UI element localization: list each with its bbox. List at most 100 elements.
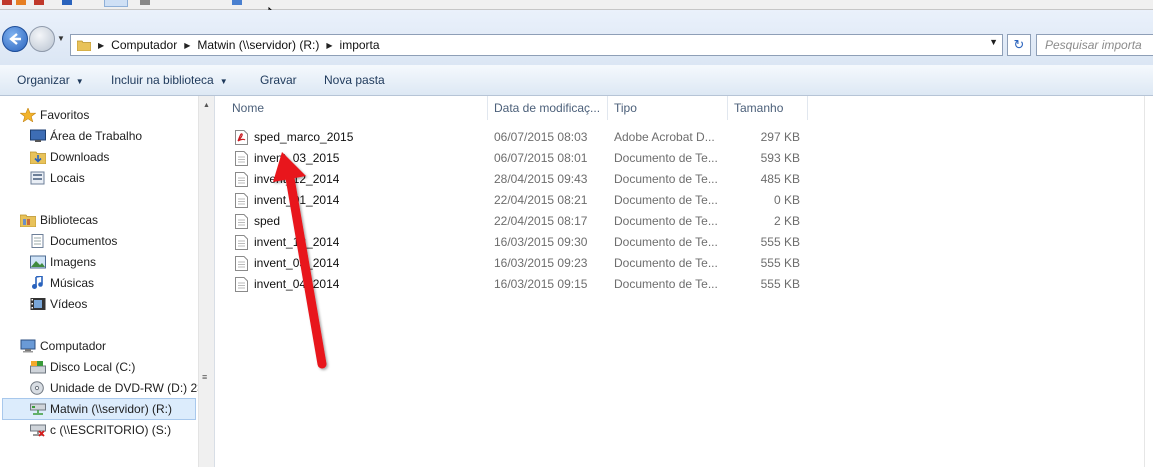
recent-pages-dropdown[interactable]: ▼ — [57, 34, 65, 43]
file-name: invent_01_2014 — [254, 193, 340, 207]
file-name: invent_12_2014 — [254, 235, 340, 249]
column-header-type[interactable]: Tipo — [608, 96, 728, 120]
file-size: 0 KB — [773, 193, 800, 207]
column-header-name[interactable]: Nome — [226, 96, 488, 120]
file-date: 28/04/2015 09:43 — [494, 172, 588, 186]
text-file-icon — [235, 214, 248, 229]
window-right-edge — [1144, 96, 1145, 467]
file-row[interactable]: invent_03_2014 16/03/2015 09:23 Document… — [225, 253, 815, 274]
file-name: invent_12_2014 — [254, 172, 340, 186]
nav-favorites-label: Favoritos — [40, 108, 90, 122]
file-row[interactable]: invent_04_2014 16/03/2015 09:15 Document… — [225, 274, 815, 295]
chevron-down-icon: ▼ — [219, 77, 228, 86]
app-icon[interactable] — [140, 0, 150, 5]
file-date: 22/04/2015 08:17 — [494, 214, 588, 228]
top-toolbar-strip — [0, 0, 1153, 10]
nav-item-label: c (\\ESCRITORIO) (S:) — [50, 423, 172, 437]
file-type: Documento de Te... — [614, 214, 718, 228]
organize-button[interactable]: Organizar ▼ — [17, 65, 84, 97]
dvd-drive-icon — [30, 381, 44, 395]
organize-label: Organizar — [17, 73, 70, 87]
refresh-button[interactable]: ↻ — [1007, 34, 1031, 56]
file-row[interactable]: invent_12_2014 16/03/2015 09:30 Document… — [225, 232, 815, 253]
column-header-size-label: Tamanho — [734, 101, 784, 115]
breadcrumb-computer[interactable]: Computador — [107, 35, 181, 55]
burn-label: Gravar — [260, 73, 297, 87]
text-file-icon — [235, 256, 248, 271]
forward-button[interactable] — [29, 26, 55, 52]
file-name: invent_03_2014 — [254, 256, 340, 270]
recent-places-icon — [30, 171, 45, 185]
breadcrumb-importa[interactable]: importa — [336, 35, 384, 55]
new-folder-button[interactable]: Nova pasta — [324, 65, 385, 95]
videos-icon — [30, 298, 46, 310]
app-icon[interactable] — [34, 0, 44, 5]
downloads-folder-icon — [30, 151, 46, 164]
disconnected-network-drive-icon — [30, 424, 46, 437]
star-icon — [20, 108, 36, 122]
text-file-icon — [235, 172, 248, 187]
nav-item-label: Vídeos — [50, 297, 88, 311]
app-icon[interactable] — [16, 0, 26, 5]
file-type: Documento de Te... — [614, 235, 718, 249]
file-size: 2 KB — [773, 214, 800, 228]
file-name: invent_03_2015 — [254, 151, 340, 165]
column-header-date[interactable]: Data de modificaç... — [488, 96, 608, 120]
text-file-icon — [235, 277, 248, 292]
file-row[interactable]: sped 22/04/2015 08:17 Documento de Te...… — [225, 211, 815, 232]
nav-pane-scrollbar[interactable]: ▲ ≡ — [198, 96, 214, 467]
file-date: 16/03/2015 09:15 — [494, 277, 588, 291]
file-date: 16/03/2015 09:30 — [494, 235, 588, 249]
file-size: 485 KB — [760, 172, 800, 186]
address-box[interactable]: ▶ Computador ▶ Matwin (\\servidor) (R:) … — [70, 34, 1003, 56]
app-icon[interactable] — [232, 0, 242, 5]
scroll-thumb-grip-icon[interactable]: ≡ — [202, 372, 207, 382]
file-type: Documento de Te... — [614, 151, 718, 165]
file-type: Documento de Te... — [614, 277, 718, 291]
text-file-icon — [235, 193, 248, 208]
scroll-up-icon[interactable]: ▲ — [203, 102, 210, 109]
include-in-library-button[interactable]: Incluir na biblioteca ▼ — [111, 65, 228, 97]
back-button[interactable] — [2, 26, 28, 52]
folder-icon — [77, 40, 91, 51]
address-history-dropdown-icon[interactable]: ▼ — [989, 37, 998, 47]
nav-item-label: Área de Trabalho — [50, 129, 143, 143]
pane-divider[interactable] — [214, 96, 215, 467]
file-row[interactable]: invent_03_2015 06/07/2015 08:01 Document… — [225, 148, 815, 169]
text-file-icon — [235, 151, 248, 166]
file-size: 297 KB — [760, 130, 800, 144]
file-date: 06/07/2015 08:01 — [494, 151, 588, 165]
breadcrumb-chevron-icon[interactable]: ▶ — [323, 41, 335, 50]
text-file-icon — [235, 235, 248, 250]
search-input[interactable]: Pesquisar importa — [1036, 34, 1153, 56]
file-date: 22/04/2015 08:21 — [494, 193, 588, 207]
file-name: sped_marco_2015 — [254, 130, 354, 144]
file-type: Adobe Acrobat D... — [614, 130, 715, 144]
refresh-icon: ↻ — [1013, 37, 1025, 52]
app-icon[interactable] — [104, 0, 128, 7]
nav-item-label: Imagens — [50, 255, 97, 269]
nav-item-label: Disco Local (C:) — [50, 360, 136, 374]
nav-item-label: Músicas — [50, 276, 95, 290]
file-size: 593 KB — [760, 151, 800, 165]
breadcrumb-chevron-icon[interactable]: ▶ — [95, 41, 107, 50]
libraries-icon — [20, 214, 36, 227]
file-size: 555 KB — [760, 235, 800, 249]
file-size: 555 KB — [760, 277, 800, 291]
app-icon[interactable] — [62, 0, 72, 5]
chevron-down-icon: ▼ — [75, 77, 84, 86]
nav-computer-label: Computador — [40, 339, 107, 353]
burn-button[interactable]: Gravar — [260, 65, 297, 95]
nav-item-label: Documentos — [50, 234, 118, 248]
breadcrumb-network-drive[interactable]: Matwin (\\servidor) (R:) — [193, 35, 323, 55]
app-icon[interactable] — [2, 0, 12, 5]
file-name: invent_04_2014 — [254, 277, 340, 291]
desktop-icon — [30, 129, 46, 142]
new-folder-label: Nova pasta — [324, 73, 385, 87]
file-row[interactable]: invent_12_2014 28/04/2015 09:43 Document… — [225, 169, 815, 190]
file-row[interactable]: sped_marco_2015 06/07/2015 08:03 Adobe A… — [225, 127, 815, 148]
file-row[interactable]: invent_01_2014 22/04/2015 08:21 Document… — [225, 190, 815, 211]
local-disk-icon — [30, 361, 46, 374]
column-header-size[interactable]: Tamanho — [728, 96, 808, 120]
breadcrumb-chevron-icon[interactable]: ▶ — [181, 41, 193, 50]
